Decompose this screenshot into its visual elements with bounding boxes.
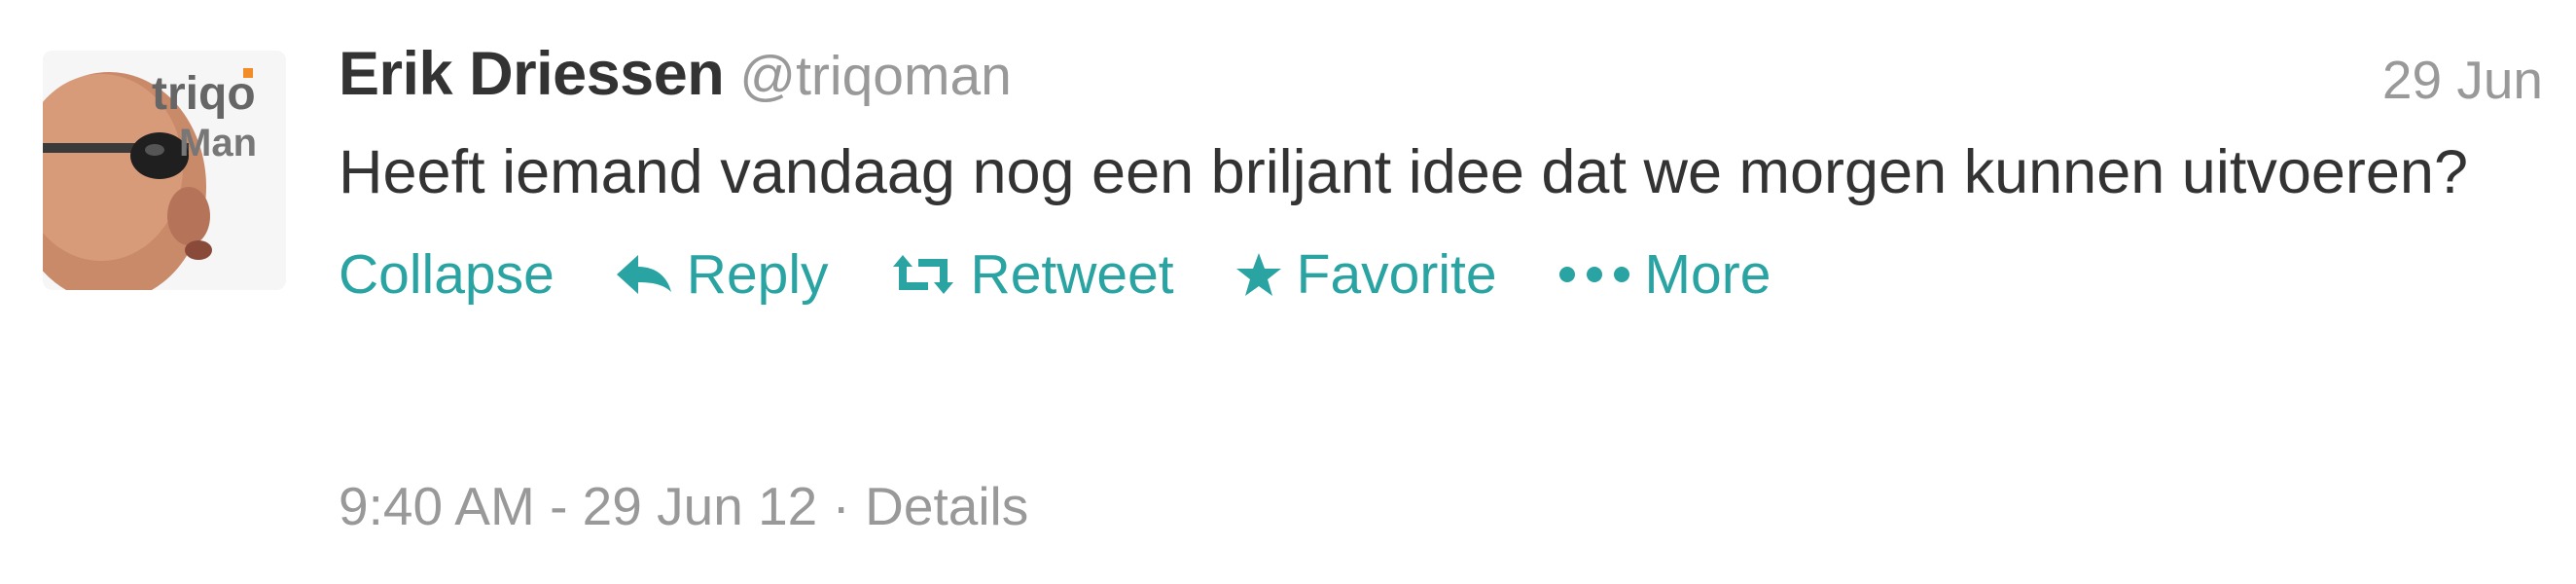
tweet-header: Erik Driessen @triqoman 29 Jun (339, 39, 2543, 123)
author-fullname[interactable]: Erik Driessen (339, 40, 725, 108)
reply-label: Reply (686, 243, 829, 306)
tweet-meta: 9:40 AM - 29 Jun 12 · Details (339, 475, 1028, 537)
collapse-button[interactable]: Collapse (339, 242, 555, 307)
more-dots-icon (1557, 265, 1631, 284)
retweet-button[interactable]: Retweet (889, 242, 1174, 307)
collapse-label: Collapse (339, 243, 555, 306)
favorite-label: Favorite (1296, 243, 1497, 306)
tweet-actions: Collapse Reply Retweet Favorite More (339, 236, 2543, 313)
tweet-timestamp: 9:40 AM - 29 Jun 12 (339, 476, 818, 536)
reply-button[interactable]: Reply (615, 242, 829, 307)
author-username[interactable]: @triqoman (739, 45, 1012, 107)
retweet-icon (889, 253, 957, 296)
avatar-logo-text-2: Man (179, 122, 257, 164)
more-button[interactable]: More (1557, 242, 1771, 307)
retweet-label: Retweet (970, 243, 1174, 306)
more-label: More (1644, 243, 1771, 306)
meta-separator: · (817, 476, 866, 536)
tweet-text: Heeft iemand vandaag nog een briljant id… (339, 138, 2469, 206)
star-icon (1234, 251, 1283, 298)
details-link[interactable]: Details (865, 476, 1028, 536)
favorite-button[interactable]: Favorite (1234, 242, 1497, 307)
avatar-image: triqo Man (43, 51, 286, 290)
reply-icon (615, 253, 673, 296)
tweet-content: Erik Driessen @triqoman 29 Jun Heeft iema… (339, 39, 2543, 313)
avatar[interactable]: triqo Man (43, 51, 286, 290)
avatar-logo-text-1: triqo (152, 68, 256, 120)
tweet: triqo Man Erik Driessen @triqoman 29 Jun … (0, 0, 2576, 584)
tweet-time[interactable]: 29 Jun (2382, 49, 2543, 111)
